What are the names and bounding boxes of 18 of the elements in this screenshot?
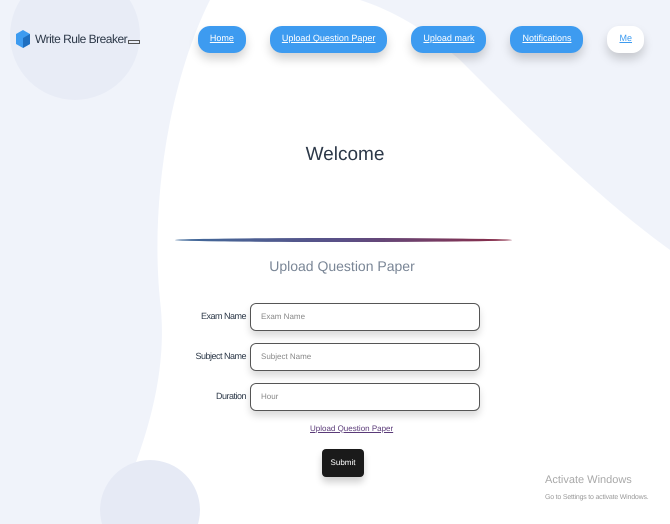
menu-icon[interactable]	[128, 40, 140, 44]
welcome-heading: Welcome	[304, 143, 386, 167]
upload-link[interactable]: Upload Question Paper	[310, 422, 394, 434]
field-label: Exam Name	[200, 310, 246, 323]
activation-title: Activate Windows	[545, 473, 633, 488]
text-field[interactable]: Exam Name	[250, 302, 480, 330]
nav-link[interactable]: Home	[198, 26, 246, 52]
cube-icon	[16, 30, 30, 48]
nav-link[interactable]: Notifications	[510, 26, 584, 52]
nav-link[interactable]: Upload mark	[411, 26, 486, 52]
text-field[interactable]: Subject Name	[250, 342, 480, 370]
submit-button[interactable]: Submit	[322, 448, 364, 476]
field-label: Duration	[214, 390, 246, 403]
text-field[interactable]: Hour	[250, 382, 480, 410]
nav-link[interactable]: Upload Question Paper	[270, 26, 388, 52]
form-title: Upload Question Paper	[268, 256, 416, 276]
field-label: Subject Name	[194, 350, 246, 363]
brand-name[interactable]: Write Rule Breaker	[35, 30, 128, 48]
